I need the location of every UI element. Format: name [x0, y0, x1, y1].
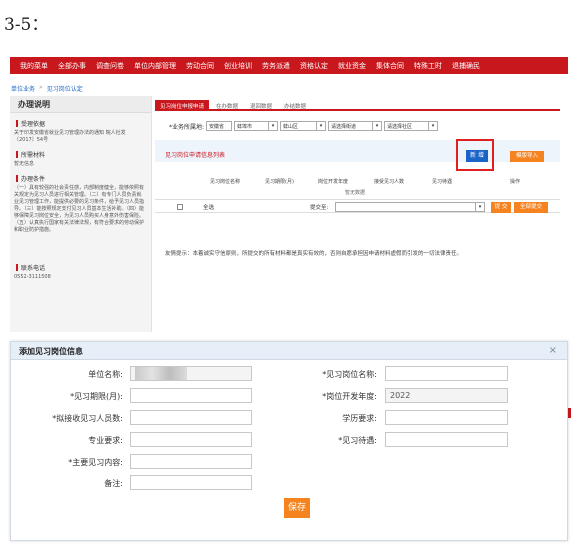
remark-label: 备注:	[104, 479, 123, 488]
select-all-label: 全选	[203, 205, 215, 211]
education-input[interactable]	[385, 410, 508, 425]
close-icon[interactable]: ×	[549, 345, 557, 356]
column-header: 岗位开发年度	[318, 179, 349, 185]
submit-to-select[interactable]: ▾	[335, 202, 485, 212]
nav-item-my-menu[interactable]: 我的菜单	[20, 61, 48, 71]
section-marker	[16, 151, 18, 158]
section-marker	[16, 175, 18, 182]
chevron-down-icon: ▾	[475, 203, 484, 211]
edge-marker	[568, 408, 571, 418]
province-select[interactable]: 安徽省	[206, 121, 233, 131]
community-select[interactable]: 请选择社区 ▾	[384, 121, 439, 131]
tab-in-progress[interactable]: 在办数据	[211, 100, 243, 110]
tab-completed[interactable]: 办结数据	[279, 100, 311, 110]
section-marker	[16, 264, 18, 271]
major-input[interactable]	[130, 432, 252, 447]
select-all-checkbox[interactable]	[177, 204, 183, 210]
main-content-label: *主要见习内容:	[68, 458, 123, 467]
modal-header: 添加见习岗位信息 ×	[11, 342, 567, 360]
sidebar-section-heading: 受理依据	[16, 119, 151, 128]
list-panel-title: 见习岗位申请信息列表	[165, 152, 226, 159]
people-count-input[interactable]	[130, 410, 252, 425]
tab-application[interactable]: 见习岗位申报申请	[155, 100, 210, 110]
contact-phone: 0552-3111508	[14, 274, 51, 280]
nav-item-labor-contract[interactable]: 劳动合同	[186, 61, 214, 71]
column-header: 接受见习人数	[374, 179, 405, 185]
tab-bar: 见习岗位申报申请 在办数据 退回数据 办结数据	[155, 100, 560, 111]
instructions-sidebar: 办理说明 受理依据 关于印发安徽省就业见习管理办法的通知 皖人社发〔2017〕5…	[10, 96, 152, 332]
chevron-down-icon: ▾	[428, 122, 437, 130]
nav-item-labor-dispatch[interactable]: 劳务派遣	[262, 61, 290, 71]
redacted-unit-name	[135, 367, 187, 380]
period-label: *见习期限(月):	[70, 392, 123, 401]
sidebar-section-heading: 所需材料	[16, 150, 151, 159]
breadcrumb: 单位业务 » 见习岗位认定	[11, 84, 83, 93]
nav-item-collective-contract[interactable]: 集体合同	[376, 61, 404, 71]
main-content: 见习岗位申报申请 在办数据 退回数据 办结数据 *业务所属地: 安徽省 蚌埠市 ▾…	[155, 96, 568, 332]
nav-item-fishing-retirement[interactable]: 退捕确民	[452, 61, 480, 71]
nav-item-employment-funds[interactable]: 就业资金	[338, 61, 366, 71]
region-filter: *业务所属地: 安徽省 蚌埠市 ▾ 蚌山区 ▾ 请选择街道 ▾ 请选择社区 ▾	[169, 121, 439, 131]
treatment-label: *见习待遇:	[338, 436, 377, 445]
nav-item-all-services[interactable]: 全部办事	[58, 61, 86, 71]
main-content-input[interactable]	[130, 454, 252, 469]
post-name-input[interactable]	[385, 366, 508, 381]
major-label: 专业要求:	[88, 436, 123, 445]
section-marker	[16, 120, 18, 127]
template-import-button[interactable]: 模版导入	[510, 151, 544, 162]
nav-item-internal-management[interactable]: 单位内部管理	[134, 61, 176, 71]
sidebar-section-text: 暂无信息	[14, 161, 35, 167]
nav-item-survey[interactable]: 调查问卷	[96, 61, 124, 71]
city-select[interactable]: 蚌埠市 ▾	[234, 121, 279, 131]
people-count-label: *拟接收见习人员数:	[52, 414, 123, 423]
sidebar-section-text: （一）具有较强的社会责任感，内部制度健全，能够依照有关规定为见习人员进行相关管理…	[14, 185, 145, 233]
breadcrumb-current: 见习岗位认定	[46, 86, 83, 93]
nav-item-qualification[interactable]: 资格认定	[300, 61, 328, 71]
education-label: 学历要求:	[342, 414, 377, 423]
top-navigation-bar: 我的菜单 全部办事 调查问卷 单位内部管理 劳动合同 创业培训 劳务派遣 资格认…	[10, 57, 568, 74]
batch-action-row: 全选 提交至: ▾ 提 交 全部提交	[155, 199, 560, 213]
nav-item-entrepreneurship-training[interactable]: 创业培训	[224, 61, 252, 71]
street-select[interactable]: 请选择街道 ▾	[328, 121, 383, 131]
chevron-down-icon: ▾	[316, 122, 325, 130]
submit-all-button[interactable]: 全部提交	[514, 202, 548, 213]
period-input[interactable]	[130, 388, 252, 403]
unit-name-label: 单位名称:	[88, 370, 123, 379]
district-select[interactable]: 蚌山区 ▾	[280, 121, 327, 131]
nav-item-special-hours[interactable]: 特殊工时	[414, 61, 442, 71]
modal-title: 添加见习岗位信息	[19, 347, 83, 356]
column-header: 操作	[510, 179, 521, 185]
chevron-down-icon: ▾	[372, 122, 381, 130]
year-label: *岗位开发年度:	[322, 392, 377, 401]
year-field: 2022	[385, 388, 508, 403]
sidebar-title: 办理说明	[10, 96, 151, 113]
column-header: 见习岗位名称	[210, 179, 241, 185]
sidebar-section-heading: 联系电话	[16, 263, 151, 272]
chevron-down-icon: ▾	[268, 122, 277, 130]
empty-state-text: 暂无数据	[345, 190, 366, 196]
region-filter-label: *业务所属地:	[169, 123, 205, 131]
post-name-label: *见习岗位名称:	[322, 370, 377, 379]
breadcrumb-separator: »	[39, 84, 43, 91]
treatment-input[interactable]	[385, 432, 508, 447]
breadcrumb-home[interactable]: 单位业务	[11, 84, 35, 93]
sidebar-section-text: 关于印发安徽省就业见习管理办法的通知 皖人社发〔2017〕54号	[14, 130, 126, 143]
tab-returned[interactable]: 退回数据	[245, 100, 277, 110]
submit-to-label: 提交至:	[310, 205, 329, 211]
remark-input[interactable]	[130, 475, 252, 490]
column-header: 见习待遇	[432, 179, 453, 185]
submit-button[interactable]: 提 交	[491, 202, 511, 213]
screenshot-root: { "doc": { "caption": "3-5：" }, "nav": {…	[0, 0, 583, 556]
save-button[interactable]: 保存	[284, 498, 310, 518]
document-caption: 3-5：	[4, 15, 49, 35]
sidebar-section-heading: 办理条件	[16, 174, 151, 183]
friendly-tip: 友情提示：本着诚实守信原则，所提交的所有材料都是真实有效的，否则自愿承担因申请材…	[165, 251, 463, 257]
column-header: 见习期限(月)	[265, 179, 294, 185]
add-button[interactable]: 新 增	[466, 150, 488, 162]
